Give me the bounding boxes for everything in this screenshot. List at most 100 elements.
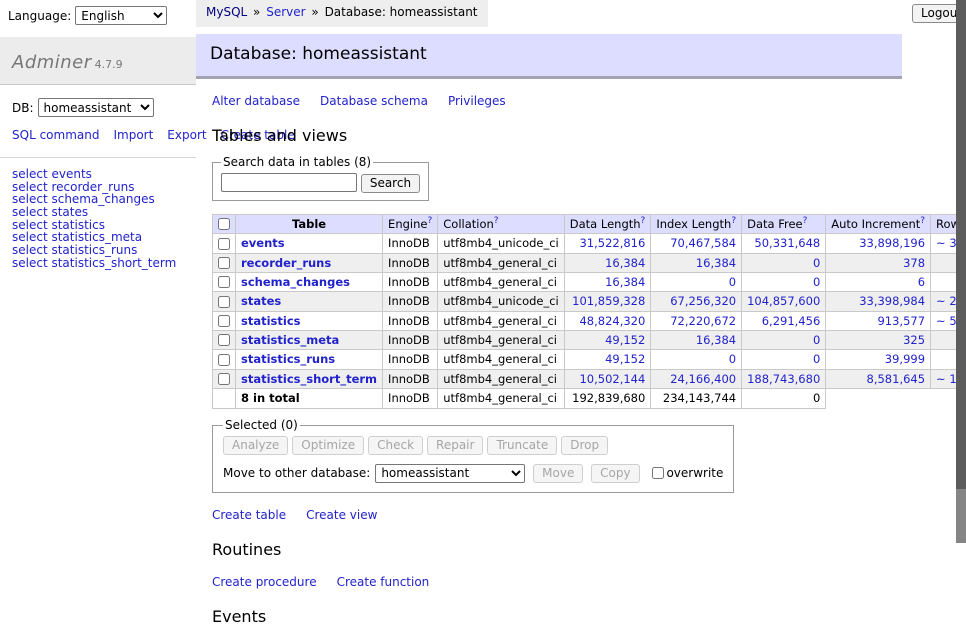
- search-input[interactable]: [221, 173, 357, 192]
- table-link-recorder_runs[interactable]: recorder_runs: [241, 256, 331, 270]
- copy-button[interactable]: Copy: [591, 464, 639, 483]
- statistics-meta-data-length-link[interactable]: 49,152: [605, 333, 645, 347]
- states-data-free-link[interactable]: 104,857,600: [747, 294, 820, 308]
- move-database-select[interactable]: homeassistant: [375, 464, 525, 483]
- table-link-statistics_meta[interactable]: statistics_meta: [241, 333, 339, 347]
- recorder-runs-data-length-link[interactable]: 16,384: [605, 256, 645, 270]
- action-link-database-schema[interactable]: Database schema: [320, 94, 428, 108]
- table-link-states[interactable]: states: [241, 294, 281, 308]
- help-link-engine[interactable]: ?: [427, 216, 432, 226]
- search-button[interactable]: Search: [361, 174, 420, 193]
- routine-link-create-procedure[interactable]: Create procedure: [212, 575, 317, 589]
- column-header-collation: Collation?: [438, 214, 565, 233]
- selected-fieldset: Selected (0) AnalyzeOptimizeCheckRepairT…: [212, 418, 734, 493]
- statistics-short-term-data-free-link[interactable]: 188,743,680: [747, 372, 820, 386]
- table-link-statistics[interactable]: statistics: [241, 314, 301, 328]
- schema-changes-index-length-link[interactable]: 0: [729, 275, 736, 289]
- scrollbar-thumb[interactable]: [956, 0, 966, 489]
- optimize-button[interactable]: Optimize: [292, 436, 364, 455]
- move-button[interactable]: Move: [533, 464, 583, 483]
- help-link-data-length[interactable]: ?: [641, 216, 646, 226]
- row-checkbox-statistics_short_term[interactable]: [218, 373, 230, 385]
- create-link-create-table[interactable]: Create table: [212, 508, 286, 522]
- main-content: MySQL » Server » Database: homeassistant…: [196, 0, 902, 627]
- events-data-free-link[interactable]: 50,331,648: [754, 236, 820, 250]
- help-link-auto-increment[interactable]: ?: [920, 216, 925, 226]
- repair-button[interactable]: Repair: [427, 436, 483, 455]
- overwrite-checkbox[interactable]: [652, 467, 664, 479]
- statistics-auto-increment-link[interactable]: 913,577: [877, 314, 925, 328]
- routine-link-create-function[interactable]: Create function: [337, 575, 430, 589]
- statistics-meta-auto-increment-link[interactable]: 325: [903, 333, 925, 347]
- states-data-length-link[interactable]: 101,859,328: [572, 294, 645, 308]
- create-link-create-view[interactable]: Create view: [306, 508, 377, 522]
- help-link-data-free[interactable]: ?: [803, 216, 808, 226]
- column-label: Index Length: [656, 217, 731, 231]
- breadcrumb-mysql-link[interactable]: MySQL: [206, 5, 247, 19]
- truncate-button[interactable]: Truncate: [487, 436, 557, 455]
- sidebar-item-select-events[interactable]: select events: [12, 168, 184, 181]
- drop-button[interactable]: Drop: [561, 436, 608, 455]
- engine-cell: InnoDB: [383, 331, 438, 350]
- sidebar-item-select-statistics-runs[interactable]: select statistics_runs: [12, 244, 184, 257]
- sidebar-item-select-schema-changes[interactable]: select schema_changes: [12, 193, 184, 206]
- adminer-logo[interactable]: Adminer: [12, 52, 92, 73]
- action-link-alter-database[interactable]: Alter database: [212, 94, 300, 108]
- page-title: Database: homeassistant: [196, 34, 902, 79]
- sidebar-link-import[interactable]: Import: [113, 128, 153, 142]
- table-link-statistics_short_term[interactable]: statistics_short_term: [241, 372, 377, 386]
- row-checkbox-schema_changes[interactable]: [218, 276, 230, 288]
- states-auto-increment-link[interactable]: 33,398,984: [859, 294, 925, 308]
- states-index-length-link[interactable]: 67,256,320: [670, 294, 736, 308]
- statistics-short-term-auto-increment-link[interactable]: 8,581,645: [867, 372, 926, 386]
- select-all-checkbox[interactable]: [218, 218, 230, 230]
- statistics-short-term-data-length-link[interactable]: 10,502,144: [579, 372, 645, 386]
- routine-links: Create procedure Create function: [212, 575, 902, 590]
- search-legend: Search data in tables (8): [221, 155, 373, 170]
- action-link-privileges[interactable]: Privileges: [448, 94, 506, 108]
- statistics-runs-auto-increment-link[interactable]: 39,999: [885, 352, 925, 366]
- statistics-data-length-link[interactable]: 48,824,320: [579, 314, 645, 328]
- statistics-meta-data-free-link[interactable]: 0: [813, 333, 820, 347]
- sidebar-item-select-statistics-short-term[interactable]: select statistics_short_term: [12, 257, 184, 270]
- vertical-scrollbar[interactable]: [956, 0, 966, 543]
- breadcrumb-server-link[interactable]: Server: [266, 5, 305, 19]
- events-auto-increment-link[interactable]: 33,898,196: [859, 236, 925, 250]
- row-checkbox-statistics_runs[interactable]: [218, 354, 230, 366]
- row-checkbox-events[interactable]: [218, 238, 230, 250]
- check-button[interactable]: Check: [368, 436, 423, 455]
- statistics-data-free-link[interactable]: 6,291,456: [762, 314, 821, 328]
- schema-changes-auto-increment-link[interactable]: 6: [918, 275, 925, 289]
- sidebar-item-select-states[interactable]: select states: [12, 206, 184, 219]
- page-layout: Language:English Adminer4.7.9 DB:homeass…: [0, 0, 966, 627]
- database-actions: Alter database Database schema Privileges: [212, 94, 902, 109]
- row-checkbox-statistics_meta[interactable]: [218, 334, 230, 346]
- help-link-collation[interactable]: ?: [494, 216, 499, 226]
- schema-changes-data-free-link[interactable]: 0: [813, 275, 820, 289]
- row-checkbox-states[interactable]: [218, 296, 230, 308]
- statistics-runs-data-length-link[interactable]: 49,152: [605, 352, 645, 366]
- db-select[interactable]: homeassistant: [38, 98, 154, 117]
- analyze-button[interactable]: Analyze: [223, 436, 288, 455]
- events-data-length-link[interactable]: 31,522,816: [579, 236, 645, 250]
- recorder-runs-auto-increment-link[interactable]: 378: [903, 256, 925, 270]
- collation-cell: utf8mb4_general_ci: [438, 272, 565, 291]
- statistics-short-term-index-length-link[interactable]: 24,166,400: [670, 372, 736, 386]
- table-link-schema_changes[interactable]: schema_changes: [241, 275, 350, 289]
- row-checkbox-statistics[interactable]: [218, 315, 230, 327]
- statistics-index-length-link[interactable]: 72,220,672: [670, 314, 736, 328]
- events-index-length-link[interactable]: 70,467,584: [670, 236, 736, 250]
- recorder-runs-data-free-link[interactable]: 0: [813, 256, 820, 270]
- table-link-statistics_runs[interactable]: statistics_runs: [241, 352, 335, 366]
- row-checkbox-recorder_runs[interactable]: [218, 257, 230, 269]
- sidebar-link-sql-command[interactable]: SQL command: [12, 128, 99, 142]
- language-select[interactable]: English: [75, 6, 167, 25]
- help-link-index-length[interactable]: ?: [731, 216, 736, 226]
- sidebar-links: SQL commandImportExportCreate table: [0, 119, 196, 148]
- statistics-runs-data-free-link[interactable]: 0: [813, 352, 820, 366]
- schema-changes-data-length-link[interactable]: 16,384: [605, 275, 645, 289]
- statistics-meta-index-length-link[interactable]: 16,384: [696, 333, 736, 347]
- table-link-events[interactable]: events: [241, 236, 285, 250]
- recorder-runs-index-length-link[interactable]: 16,384: [696, 256, 736, 270]
- statistics-runs-index-length-link[interactable]: 0: [729, 352, 736, 366]
